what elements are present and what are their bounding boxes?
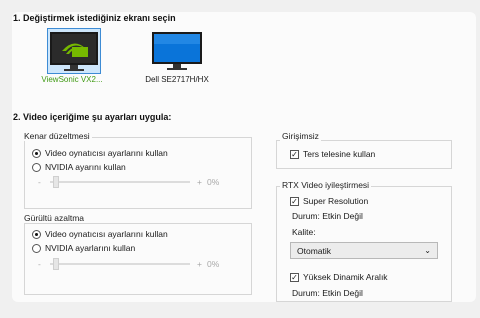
edge-slider-value: 0% bbox=[207, 177, 220, 187]
edge-option-nvidia[interactable]: NVIDIA ayarını kullan bbox=[32, 162, 126, 172]
deinterlacing-legend: Girişimsiz bbox=[280, 131, 321, 141]
radio-unselected-icon[interactable] bbox=[32, 162, 41, 172]
hdr-status: Durum: Etkin Değil bbox=[292, 288, 363, 298]
edge-enhancement-legend: Kenar düzeltmesi bbox=[22, 131, 92, 141]
edge-slider-minus: - bbox=[38, 177, 41, 187]
super-resolution-checkbox[interactable]: ✓ Super Resolution bbox=[290, 196, 368, 206]
super-resolution-label: Super Resolution bbox=[303, 196, 369, 206]
chevron-down-icon: ⌄ bbox=[424, 246, 431, 255]
quality-dropdown-value: Otomatik bbox=[297, 245, 332, 256]
noise-slider-value: 0% bbox=[207, 259, 220, 269]
quality-dropdown[interactable]: Otomatik ⌄ bbox=[290, 242, 438, 259]
inverse-telecine-checkbox[interactable]: ✓ Ters telesine kullan bbox=[290, 149, 375, 159]
quality-label: Kalite: bbox=[292, 227, 316, 237]
monitor-dell-label[interactable]: Dell SE2717H/HX bbox=[137, 75, 217, 84]
hdr-label: Yüksek Dinamik Aralık bbox=[303, 272, 388, 282]
checkmark-icon[interactable]: ✓ bbox=[290, 272, 299, 282]
hdr-checkbox[interactable]: ✓ Yüksek Dinamik Aralık bbox=[290, 272, 388, 282]
radio-selected-icon[interactable] bbox=[32, 148, 41, 158]
edge-slider[interactable] bbox=[50, 176, 190, 188]
rtx-video-legend: RTX Video iyileştirmesi bbox=[280, 180, 372, 190]
super-resolution-status: Durum: Etkin Değil bbox=[292, 211, 363, 221]
inverse-telecine-label: Ters telesine kullan bbox=[303, 149, 376, 159]
noise-option-player-label: Video oynatıcısı ayarlarını kullan bbox=[45, 229, 168, 239]
noise-option-player[interactable]: Video oynatıcısı ayarlarını kullan bbox=[32, 229, 168, 239]
nvidia-monitor-icon bbox=[50, 32, 98, 71]
edge-option-player[interactable]: Video oynatıcısı ayarlarını kullan bbox=[32, 148, 168, 158]
monitor-viewsonic-label[interactable]: ViewSonic VX2... bbox=[32, 75, 112, 84]
edge-slider-plus: + bbox=[197, 177, 202, 187]
noise-slider-minus: - bbox=[38, 259, 41, 269]
checkmark-icon[interactable]: ✓ bbox=[290, 196, 299, 206]
checkmark-icon[interactable]: ✓ bbox=[290, 149, 299, 159]
edge-slider-thumb[interactable] bbox=[53, 176, 59, 188]
section-1-title: 1. Değiştirmek istediğiniz ekranı seçin bbox=[13, 13, 176, 23]
noise-slider-plus: + bbox=[197, 259, 202, 269]
monitor-dell[interactable] bbox=[150, 30, 204, 72]
section-2-title: 2. Video içeriğime şu ayarları uygula: bbox=[13, 112, 172, 122]
edge-option-player-label: Video oynatıcısı ayarlarını kullan bbox=[45, 148, 168, 158]
noise-slider-thumb[interactable] bbox=[53, 258, 59, 270]
monitor-viewsonic[interactable] bbox=[47, 28, 101, 74]
noise-reduction-legend: Gürültü azaltma bbox=[22, 213, 86, 223]
monitor-icon bbox=[152, 32, 202, 70]
radio-selected-icon[interactable] bbox=[32, 229, 41, 239]
edge-option-nvidia-label: NVIDIA ayarını kullan bbox=[45, 162, 126, 172]
noise-option-nvidia-label: NVIDIA ayarlarını kullan bbox=[45, 243, 136, 253]
noise-option-nvidia[interactable]: NVIDIA ayarlarını kullan bbox=[32, 243, 135, 253]
noise-slider[interactable] bbox=[50, 258, 190, 270]
radio-unselected-icon[interactable] bbox=[32, 243, 41, 253]
